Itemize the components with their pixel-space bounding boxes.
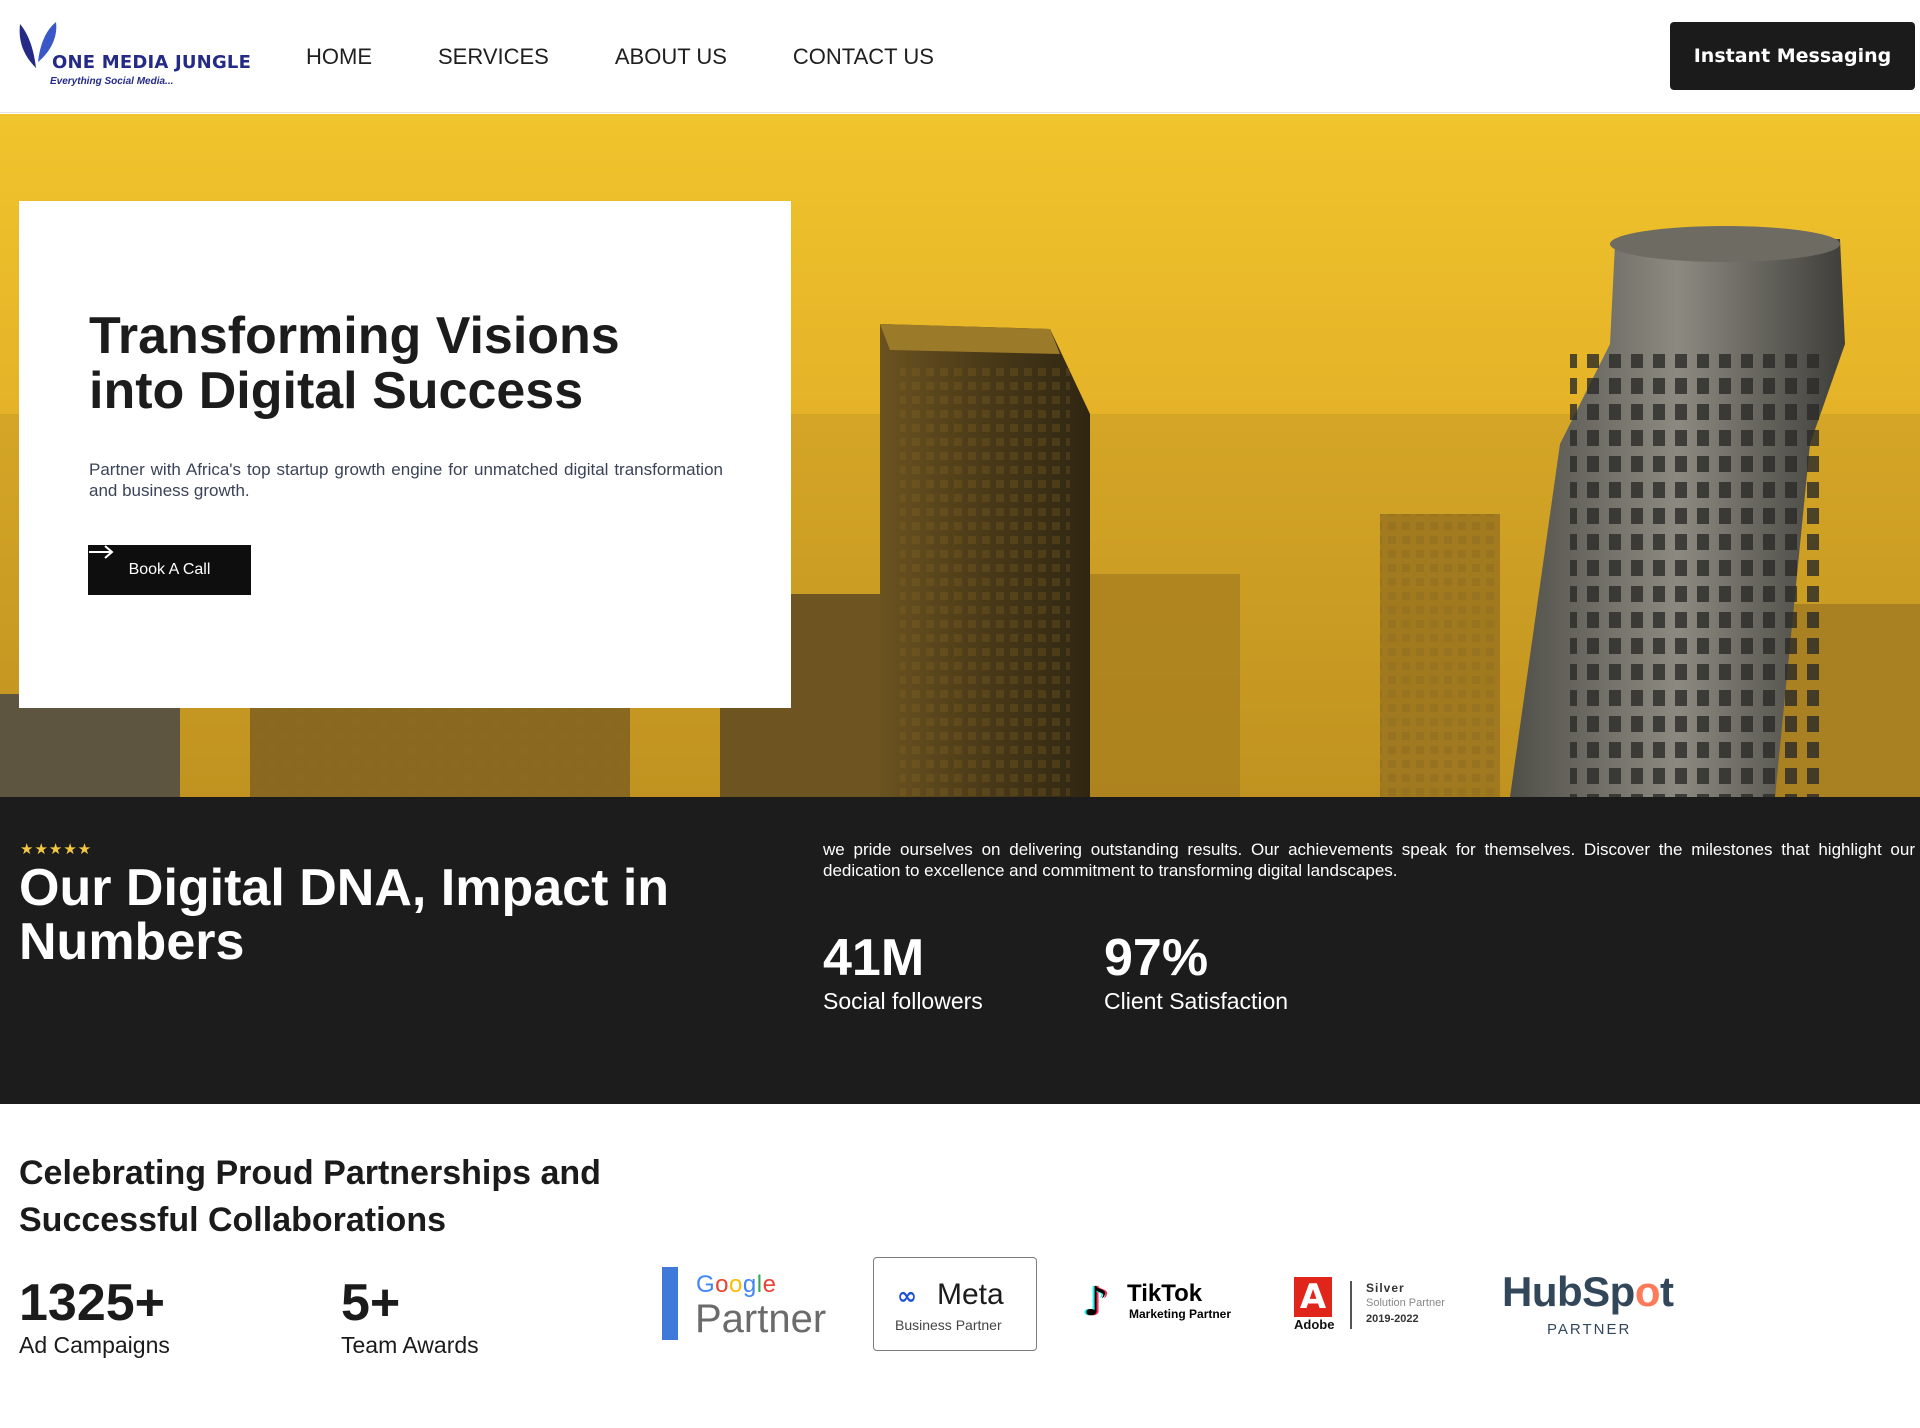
rating-stars-icon: ★★★★★: [20, 841, 93, 858]
impact-title: Our Digital DNA, Impact in Numbers: [19, 859, 670, 971]
google-partner-text: Partner: [695, 1297, 827, 1341]
hero-title: Transforming Visions into Digital Succes…: [89, 307, 620, 420]
adobe-years: 2019-2022: [1366, 1313, 1419, 1325]
hero-subtitle: Partner with Africa's top startup growth…: [89, 460, 723, 500]
site-header: ONE MEDIA JUNGLE Everything Social Media…: [0, 0, 1920, 113]
meta-business-partner-logo: ∞ Meta Business Partner: [873, 1257, 1037, 1351]
stat-label: Social followers: [823, 988, 983, 1014]
google-bar-icon: [662, 1267, 678, 1340]
impact-description: we pride ourselves on delivering outstan…: [823, 840, 1915, 880]
meta-wordmark: Meta: [937, 1278, 1004, 1311]
hubspot-sub-text: PARTNER: [1547, 1321, 1632, 1338]
meta-infinity-icon: ∞: [897, 1282, 917, 1310]
nav-contact-us[interactable]: CONTACT US: [793, 44, 934, 70]
tiktok-note-icon: ♪: [1083, 1279, 1109, 1325]
site-logo[interactable]: ONE MEDIA JUNGLE Everything Social Media…: [16, 18, 251, 94]
logo-tagline: Everything Social Media...: [50, 76, 174, 87]
stat-value: 41M: [823, 929, 925, 987]
hero-card: Transforming Visions into Digital Succes…: [19, 201, 791, 708]
tiktok-wordmark: TikTok: [1127, 1280, 1203, 1307]
adobe-divider: [1350, 1281, 1352, 1329]
stat-client-satisfaction: 97% Client Satisfaction: [1104, 930, 1288, 1015]
book-a-call-button[interactable]: Book A Call: [88, 545, 251, 595]
impact-section: ★★★★★ Our Digital DNA, Impact in Numbers…: [0, 797, 1920, 1104]
book-a-call-label: Book A Call: [128, 561, 211, 578]
adobe-silver-partner-logo: A Adobe Silver Solution Partner 2019-202…: [1292, 1277, 1462, 1333]
stat-label: Team Awards: [341, 1332, 479, 1358]
stat-value: 5+: [341, 1274, 401, 1332]
arrow-right-icon: [89, 545, 114, 559]
hubspot-partner-logo: HubSpot PARTNER: [1502, 1268, 1674, 1340]
adobe-tier: Silver: [1366, 1281, 1405, 1295]
stat-social-followers: 41M Social followers: [823, 930, 983, 1015]
adobe-sub-text: Solution Partner: [1366, 1297, 1445, 1309]
nav-about-us[interactable]: ABOUT US: [615, 44, 727, 70]
adobe-wordmark: Adobe: [1294, 1317, 1335, 1332]
tiktok-sub-text: Marketing Partner: [1129, 1307, 1232, 1321]
tiktok-marketing-partner-logo: ♪ TikTok Marketing Partner: [1083, 1280, 1253, 1330]
nav-services[interactable]: SERVICES: [438, 44, 549, 70]
adobe-a-icon: A: [1294, 1277, 1332, 1317]
meta-sub-text: Business Partner: [895, 1317, 1002, 1333]
stat-value: 1325+: [19, 1274, 166, 1332]
stat-ad-campaigns: 1325+ Ad Campaigns: [19, 1276, 170, 1359]
hero-section: Transforming Visions into Digital Succes…: [0, 114, 1920, 797]
stat-label: Ad Campaigns: [19, 1332, 170, 1358]
google-wordmark: Google: [696, 1271, 777, 1298]
stat-team-awards: 5+ Team Awards: [341, 1276, 479, 1359]
logo-name: ONE MEDIA JUNGLE: [52, 52, 252, 73]
hubspot-wordmark: HubSpot: [1502, 1268, 1674, 1315]
main-nav: HOME SERVICES ABOUT US CONTACT US: [306, 44, 934, 70]
partnerships-title: Celebrating Proud Partnerships and Succe…: [19, 1154, 601, 1239]
google-partner-logo: Google Partner: [662, 1267, 832, 1341]
nav-home[interactable]: HOME: [306, 44, 372, 70]
instant-messaging-button[interactable]: Instant Messaging: [1670, 22, 1915, 90]
stat-value: 97%: [1104, 929, 1209, 987]
stat-label: Client Satisfaction: [1104, 988, 1289, 1014]
